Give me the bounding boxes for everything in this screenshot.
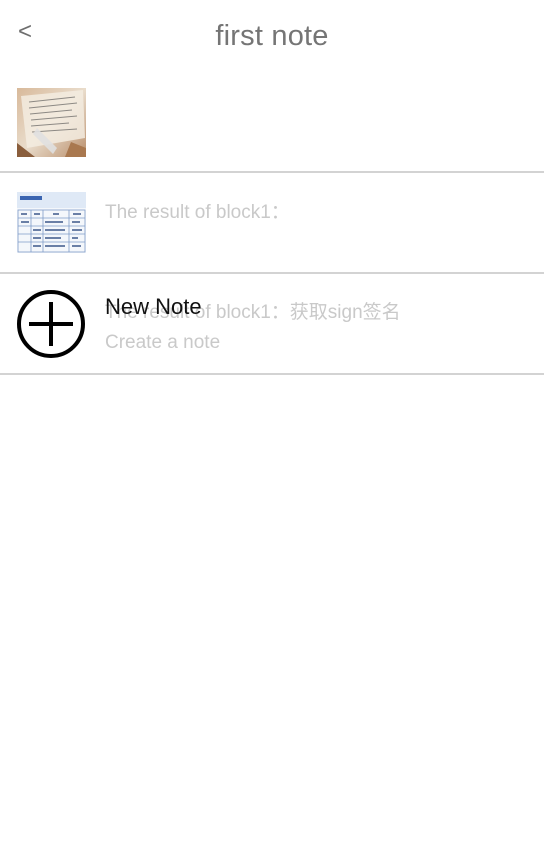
note-item[interactable]: The result of block1： (0, 72, 544, 223)
note-thumbnail-image (17, 88, 86, 157)
header: < first note (0, 0, 544, 72)
new-note-item[interactable]: New Note Create a note (0, 274, 544, 375)
page-title: first note (215, 20, 329, 52)
note-thumbnail-image (17, 192, 86, 253)
plus-circle-icon[interactable] (16, 289, 86, 359)
note-screen: < first note The result of block1： The r… (0, 0, 544, 857)
note-list: The result of block1： The result of bloc… (0, 72, 544, 375)
new-note-title: New Note (105, 294, 202, 319)
new-note-subtitle: Create a note (105, 332, 221, 353)
note-item[interactable]: The result of block1：获取sign签名 (0, 173, 544, 323)
